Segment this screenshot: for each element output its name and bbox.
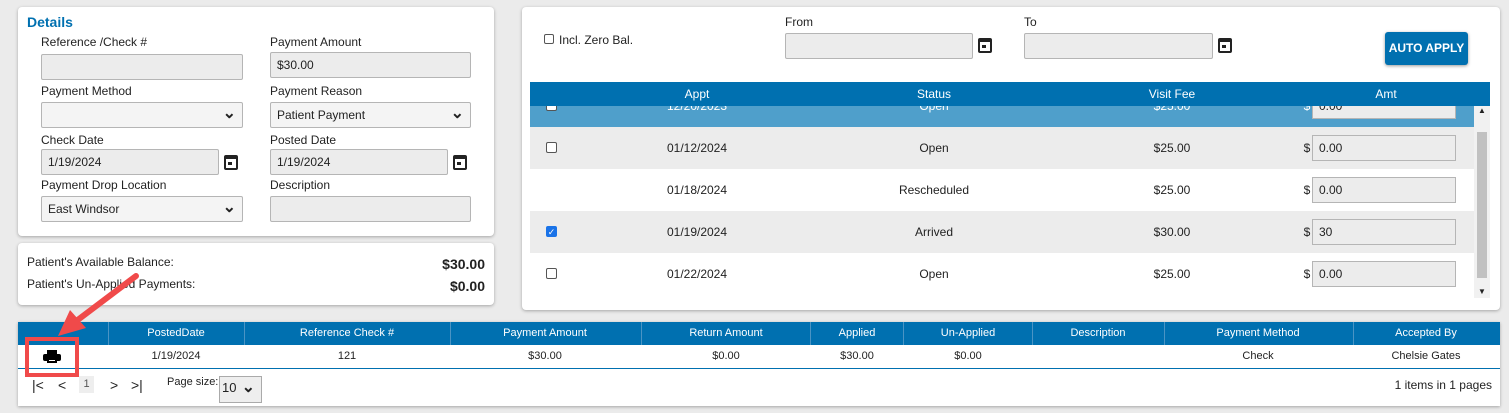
annotation-arrow <box>25 273 139 377</box>
